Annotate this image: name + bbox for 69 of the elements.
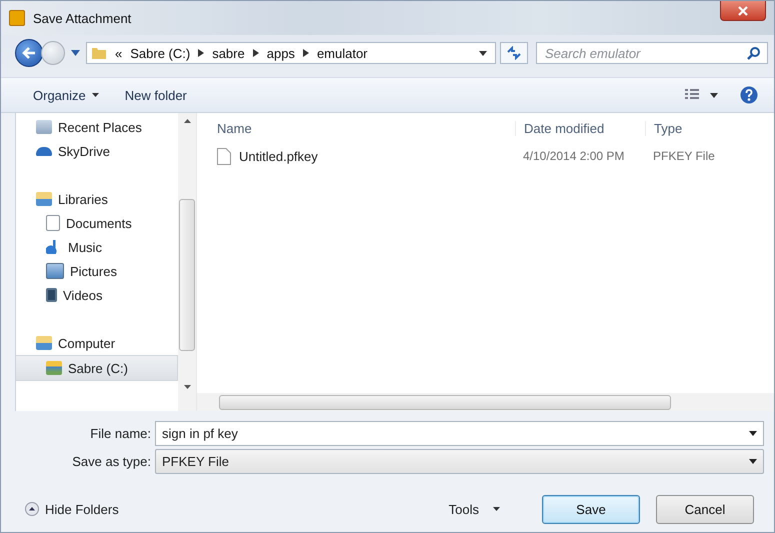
sidebar-item-icon bbox=[36, 192, 52, 206]
file-row[interactable]: Untitled.pfkey 4/10/2014 2:00 PM PFKEY File bbox=[197, 143, 774, 169]
sidebar-item[interactable]: Recent Places bbox=[16, 115, 178, 139]
file-type-dropdown[interactable]: PFKEY File bbox=[155, 449, 764, 474]
vertical-scrollbar[interactable] bbox=[178, 113, 196, 411]
field-label: Save as type: bbox=[71, 454, 151, 469]
back-arrow-icon bbox=[21, 46, 37, 60]
tools-button[interactable]: Tools bbox=[444, 498, 504, 520]
dropdown-caret-icon[interactable] bbox=[749, 459, 757, 464]
dropdown-caret-icon[interactable] bbox=[479, 50, 487, 56]
history-caret-icon[interactable] bbox=[71, 50, 80, 56]
search-field[interactable]: Search emulator bbox=[536, 42, 768, 64]
sidebar-item[interactable]: Music bbox=[16, 235, 178, 259]
chevron-icon bbox=[302, 49, 309, 57]
toolbar-button[interactable]: New folder bbox=[114, 84, 197, 106]
sidebar-item[interactable]: Videos bbox=[16, 283, 178, 307]
horizontal-scrollbar[interactable] bbox=[197, 393, 774, 411]
table-cell-text: PFKEY File bbox=[652, 149, 716, 163]
close-button[interactable] bbox=[720, 1, 766, 21]
column-header[interactable]: Type bbox=[645, 120, 765, 136]
sidebar-item-icon bbox=[46, 288, 57, 302]
breadcrumb[interactable]: « bbox=[115, 46, 122, 60]
sidebar-item[interactable]: Computer bbox=[16, 331, 178, 355]
refresh-icon bbox=[506, 46, 522, 60]
hide-folders-button[interactable]: Hide Folders bbox=[23, 500, 121, 518]
file-icon bbox=[217, 148, 231, 164]
sidebar-item[interactable]: Sabre (C:) bbox=[16, 355, 178, 381]
breadcrumb[interactable]: sabre bbox=[212, 46, 245, 60]
sidebar-item-icon bbox=[46, 263, 64, 279]
sidebar-item-icon bbox=[36, 120, 52, 134]
close-icon bbox=[736, 6, 750, 16]
refresh-button[interactable] bbox=[500, 42, 528, 64]
sidebar-item[interactable]: Documents bbox=[16, 211, 178, 235]
sidebar-item[interactable]: SkyDrive bbox=[16, 139, 178, 163]
collapse-icon bbox=[25, 502, 39, 516]
breadcrumb[interactable]: emulator bbox=[316, 46, 368, 60]
search-input[interactable]: Search emulator bbox=[543, 44, 747, 62]
view-caret-icon[interactable] bbox=[710, 92, 718, 98]
table-cell-text: 4/10/2014 2:00 PM bbox=[522, 149, 626, 163]
sidebar-item-icon bbox=[36, 146, 52, 156]
sidebar-item[interactable]: Pictures bbox=[16, 259, 178, 283]
breadcrumb[interactable]: Sabre (C:) bbox=[130, 46, 190, 60]
address-bar[interactable]: « Sabre (C:) sabre apps emulator bbox=[86, 42, 496, 64]
column-header[interactable]: Name bbox=[197, 120, 515, 136]
back-button[interactable] bbox=[15, 39, 43, 67]
field-label: File name: bbox=[89, 426, 151, 441]
sidebar-item-icon bbox=[36, 336, 52, 350]
column-header[interactable]: Date modified bbox=[515, 120, 645, 136]
scroll-down-icon[interactable] bbox=[184, 385, 190, 389]
dialog-button[interactable]: Save bbox=[542, 494, 640, 524]
breadcrumb[interactable]: apps bbox=[266, 46, 295, 60]
sidebar-item-icon bbox=[46, 215, 60, 231]
caret-icon bbox=[493, 507, 500, 511]
sidebar-item-icon bbox=[46, 361, 62, 375]
toolbar-button[interactable]: Organize bbox=[23, 84, 109, 106]
help-icon[interactable] bbox=[740, 86, 758, 104]
chevron-icon bbox=[252, 49, 259, 57]
file-name-field[interactable]: sign in pf key bbox=[155, 421, 764, 446]
chevron-icon bbox=[198, 49, 204, 57]
search-icon bbox=[747, 46, 761, 60]
scroll-up-icon[interactable] bbox=[184, 119, 190, 123]
app-icon bbox=[9, 10, 25, 26]
window-title: Save Attachment bbox=[33, 10, 132, 26]
dialog-button[interactable]: Cancel bbox=[656, 494, 754, 524]
view-list-icon[interactable] bbox=[684, 88, 700, 102]
table-cell: Untitled.pfkey bbox=[197, 148, 515, 164]
folder-icon bbox=[91, 45, 107, 61]
dropdown-caret-icon[interactable] bbox=[749, 431, 757, 436]
sidebar-item[interactable]: Libraries bbox=[16, 187, 178, 211]
